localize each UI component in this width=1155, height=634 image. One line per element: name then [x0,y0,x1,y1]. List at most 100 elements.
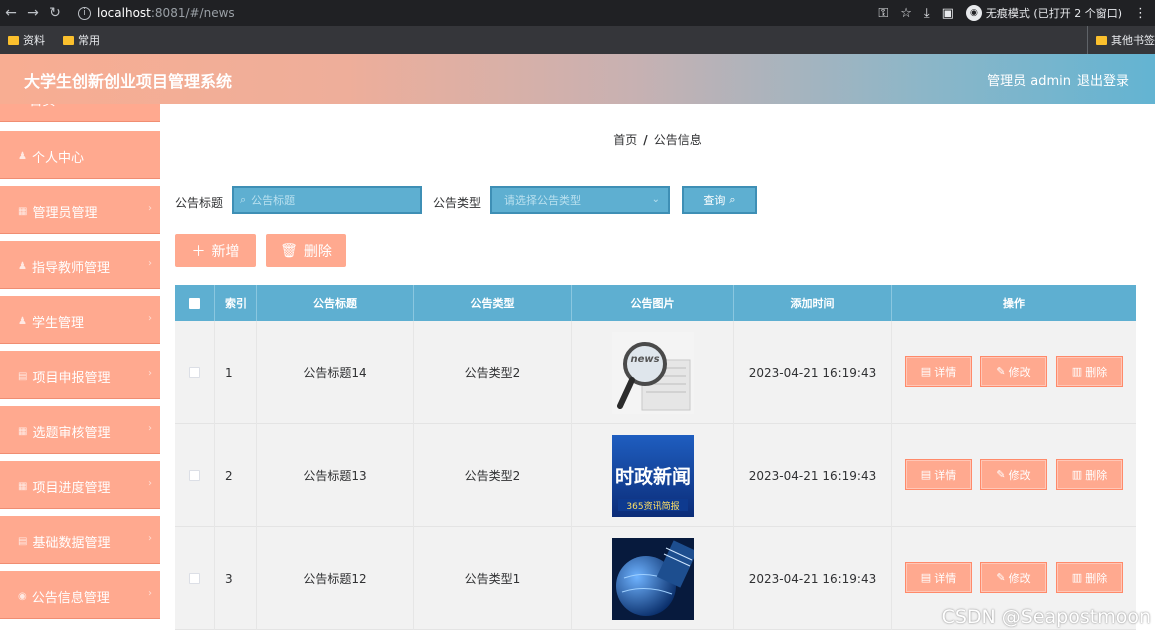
sidebar-item-announcements[interactable]: ◉ 公告信息管理 › [0,571,160,622]
sidebar-item-topic-review[interactable]: ▦ 选题审核管理 › [0,406,160,457]
row-delete-button[interactable]: ▥ 删除 [1056,562,1123,593]
plus-icon: ＋ [191,243,206,260]
politics-news-thumbnail[interactable]: 时政新闻 365资讯简报 [611,434,694,517]
sidebar-item-base-data[interactable]: ▤ 基础数据管理 › [0,516,160,567]
search-icon: ⌕ [729,193,736,206]
breadcrumb-current: 公告信息 [653,133,702,147]
key-icon[interactable]: ⚿ [878,6,888,21]
search-icon: ⌕ [240,193,247,206]
detail-label: 详情 [934,571,957,585]
trash-icon: ▥ [1071,571,1083,584]
forward-icon[interactable]: → [22,5,44,21]
sidebar-item-label: 项目申报管理 [32,371,111,386]
download-icon[interactable]: ⤓ [924,6,930,21]
edit-label: 修改 [1008,571,1031,585]
back-icon[interactable]: ← [0,5,22,21]
pencil-icon: ✎ [996,365,1006,378]
file-icon: ▤ [18,536,28,547]
bookmark-label: 其他书签 [1111,34,1155,47]
sidebar-item-label: 首页 [29,104,55,109]
star-icon[interactable]: ☆ [900,6,912,21]
sidebar-item-home[interactable]: ⌂ 首页 [0,104,160,125]
cell-image: news [572,321,734,424]
edit-label: 修改 [1008,365,1031,379]
user-icon: ♟ [18,316,27,327]
sidebar-item-profile[interactable]: ♟ 个人中心 [0,131,160,182]
sidebar-item-label: 公告信息管理 [31,591,110,606]
row-delete-button[interactable]: ▥ 删除 [1056,459,1123,490]
pencil-icon: ✎ [996,571,1006,584]
cell-time: 2023-04-21 16:19:43 [734,527,892,630]
delete-label: 删除 [1085,365,1108,379]
globe-news-thumbnail[interactable] [611,537,694,620]
cell-type: 公告类型2 [414,321,572,424]
menu-icon[interactable]: ⋮ [1134,6,1147,21]
trash-icon: ▥ [1071,468,1083,481]
edit-label: 修改 [1008,468,1031,482]
type-select-placeholder: 请选择公告类型 [504,194,581,207]
cell-time: 2023-04-21 16:19:43 [734,424,892,527]
incognito-indicator[interactable]: ◉ 无痕模式 (已打开 2 个窗口) [965,5,1122,21]
sidebar-item-project-apply[interactable]: ▤ 项目申报管理 › [0,351,160,402]
grid-icon: ▦ [18,481,28,492]
cell-index: 2 [215,424,257,527]
add-button[interactable]: ＋ 新增 [175,234,256,267]
chevron-right-icon: › [148,423,152,434]
chevron-right-icon: › [148,588,152,599]
row-delete-button[interactable]: ▥ 删除 [1056,356,1123,387]
edit-button[interactable]: ✎ 修改 [980,459,1047,490]
bell-icon: ◉ [18,591,27,602]
thumbnail-text: 时政新闻 [614,465,690,488]
column-header-time: 添加时间 [734,285,892,321]
select-all-checkbox[interactable] [189,297,200,309]
browser-toolbar: ← → ↻ i localhost:8081/#/news ⚿ ☆ ⤓ ▣ ◉ … [0,0,1155,26]
incognito-label: 无痕模式 (已打开 2 个窗口) [985,7,1122,20]
edit-button[interactable]: ✎ 修改 [980,562,1047,593]
title-search-input[interactable]: ⌕ 公告标题 [232,186,422,214]
cell-title: 公告标题13 [257,424,414,527]
row-select-cell [175,321,215,424]
chevron-right-icon: › [148,203,152,214]
row-checkbox[interactable] [189,367,200,378]
detail-button[interactable]: ▤ 详情 [905,459,972,490]
bookmark-folder-0[interactable]: 资料 [8,32,45,48]
chevron-right-icon: › [148,258,152,269]
cell-title: 公告标题14 [257,321,414,424]
bookmark-folder-1[interactable]: 常用 [63,32,100,48]
detail-button[interactable]: ▤ 详情 [905,562,972,593]
title-search-placeholder: 公告标题 [251,194,296,207]
file-icon: ▤ [18,371,28,382]
grid-icon: ▦ [18,426,28,437]
edit-button[interactable]: ✎ 修改 [980,356,1047,387]
detail-icon: ▤ [920,468,932,481]
batch-delete-button[interactable]: 🗑 删除 [266,234,346,267]
detail-button[interactable]: ▤ 详情 [905,356,972,387]
chevron-right-icon: › [148,313,152,324]
sidebar-item-progress[interactable]: ▦ 项目进度管理 › [0,461,160,512]
sidebar-item-label: 项目进度管理 [32,481,111,496]
info-icon[interactable]: i [78,6,91,20]
row-checkbox[interactable] [189,470,200,481]
breadcrumb-home[interactable]: 首页 [613,133,637,147]
detail-icon: ▤ [920,571,932,584]
tab-icon[interactable]: ▣ [942,6,954,21]
chevron-right-icon: › [148,368,152,379]
table-header: 索引 公告标题 公告类型 公告图片 添加时间 操作 [175,285,1136,321]
sidebar-item-label: 管理员管理 [32,206,98,221]
other-bookmarks[interactable]: 其他书签 [1087,26,1155,54]
sidebar-item-students[interactable]: ♟ 学生管理 › [0,296,160,347]
trash-icon: 🗑 [280,242,298,259]
column-header-image: 公告图片 [572,285,734,321]
type-select[interactable]: 请选择公告类型 ⌄ [490,186,670,214]
sidebar-item-admins[interactable]: ▦ 管理员管理 › [0,186,160,237]
user-icon: ♟ [18,261,27,272]
logout-link[interactable]: 退出登录 [1077,70,1129,89]
reload-icon[interactable]: ↻ [44,5,66,21]
watermark: CSDN @Seapostmoon [941,606,1151,628]
row-checkbox[interactable] [189,573,200,584]
query-button[interactable]: 查询 ⌕ [682,186,757,214]
sidebar-item-teachers[interactable]: ♟ 指导教师管理 › [0,241,160,292]
sidebar-item-label: 学生管理 [31,316,84,331]
address-bar[interactable]: i localhost:8081/#/news [78,6,235,20]
news-magnifier-thumbnail[interactable]: news [611,331,694,414]
